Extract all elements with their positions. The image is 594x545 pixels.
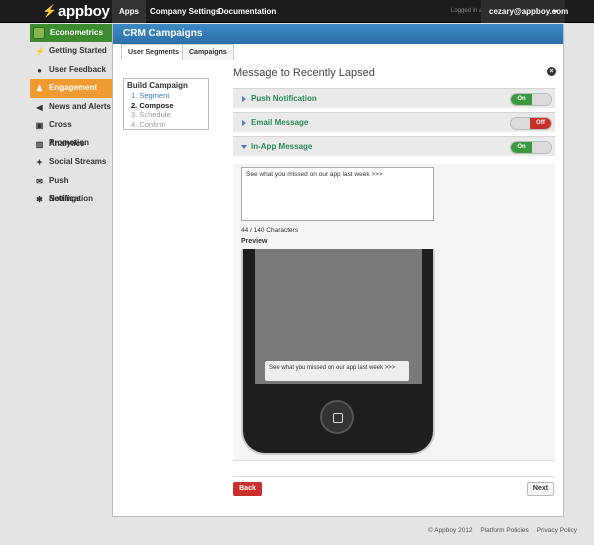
sidebar-item-user-feedback[interactable]: ● User Feedback [30, 61, 112, 80]
sidebar-item-push-notification[interactable]: ✉ Push Notification [30, 172, 112, 203]
sidebar-item-social-streams[interactable]: ✦ Social Streams [30, 153, 112, 172]
character-count: 44 / 140 Characters [241, 227, 299, 234]
footer: © Appboy 2012 Platform Policies Privacy … [428, 527, 577, 534]
toggle-on-label: On [511, 94, 532, 105]
steps-title: Build Campaign [127, 81, 188, 90]
users-icon: ♟ [35, 84, 44, 93]
sidebar-item-label: Engagement [49, 83, 98, 92]
channel-email-message[interactable]: Email Message Off [233, 112, 555, 132]
sidebar: Econometrics ⚡ Getting Started ● User Fe… [30, 24, 121, 209]
bird-icon: ✦ [36, 158, 43, 167]
preview-message-bubble: See what you missed on our app last week… [265, 361, 409, 381]
tab-campaigns[interactable]: Campaigns [182, 44, 234, 60]
next-button[interactable]: Next [527, 482, 554, 496]
sidebar-item-label: Analytics [49, 138, 85, 148]
sidebar-item-label: Getting Started [49, 46, 107, 55]
gear-icon: ✱ [36, 195, 43, 204]
sidebar-item-label: Settings [49, 194, 81, 203]
logo-bolt-icon: ⚡ [42, 4, 57, 18]
footer-link-privacy-policy[interactable]: Privacy Policy [537, 527, 577, 534]
sidebar-item-analytics[interactable]: ▥ Analytics [30, 135, 112, 154]
envelope-icon: ✉ [36, 176, 43, 186]
channel-in-app-message[interactable]: In-App Message On [233, 136, 555, 156]
main-panel: CRM Campaigns User Segments Campaigns Bu… [112, 24, 564, 517]
megaphone-icon: ◀ [36, 102, 43, 112]
sidebar-item-news-and-alerts[interactable]: ◀ News and Alerts [30, 98, 112, 117]
app-name: Econometrics [50, 28, 103, 37]
caret-right-icon [242, 96, 246, 102]
logo-text: appboy [57, 2, 110, 20]
sidebar-item-label: User Feedback [49, 64, 106, 74]
channel-label: Push Notification [251, 94, 317, 103]
channel-push-notification[interactable]: Push Notification On [233, 88, 555, 108]
user-menu[interactable]: cezary@appboy.com [481, 0, 568, 23]
in-app-toggle[interactable]: On [510, 141, 552, 154]
close-icon[interactable]: × [547, 67, 556, 76]
email-toggle[interactable]: Off [510, 117, 552, 130]
toggle-off-label: Off [530, 118, 551, 129]
nav-apps[interactable]: Apps [112, 0, 146, 23]
preview-label: Preview [241, 238, 268, 245]
back-button[interactable]: Back [233, 482, 262, 496]
caret-down-icon [552, 10, 558, 13]
in-app-message-body: See what you missed on our app last week… [233, 164, 555, 461]
chat-icon: ● [37, 65, 42, 75]
phone-screen: See what you missed on our app last week… [255, 249, 422, 384]
sidebar-item-cross-promotion[interactable]: ▣ Cross Promotion [30, 116, 112, 147]
phone-home-button-icon [320, 400, 354, 434]
message-title: Message to Recently Lapsed [233, 67, 375, 79]
push-toggle[interactable]: On [510, 93, 552, 106]
step-segment[interactable]: 1. Segment [127, 91, 205, 101]
message-textarea[interactable]: See what you missed on our app last week… [241, 167, 434, 221]
build-campaign-steps: Build Campaign 1. Segment 2. Compose 3. … [123, 78, 209, 130]
chart-icon: ▥ [35, 139, 44, 149]
top-nav-bar: ⚡ appboy Apps Company Settings Documenta… [0, 0, 594, 23]
sidebar-item-label: News and Alerts [49, 101, 111, 111]
cart-icon: ▣ [35, 121, 44, 130]
sidebar-item-getting-started[interactable]: ⚡ Getting Started [30, 42, 112, 61]
caret-right-icon [242, 120, 246, 126]
app-icon [33, 27, 45, 39]
step-compose: 2. Compose [131, 100, 174, 110]
step-confirm: 4. Confirm [131, 119, 166, 129]
nav-documentation[interactable]: Documentation [211, 0, 283, 23]
home-square-icon [333, 413, 343, 423]
sidebar-item-engagement[interactable]: ♟ Engagement [30, 79, 121, 98]
phone-preview: See what you missed on our app last week… [241, 249, 435, 455]
caret-down-icon [241, 145, 247, 149]
divider [233, 476, 555, 477]
app-selector[interactable]: Econometrics [30, 24, 112, 42]
appboy-logo[interactable]: ⚡ appboy [42, 2, 110, 20]
footer-link-platform-policies[interactable]: Platform Policies [480, 527, 528, 534]
sidebar-item-label: Social Streams [49, 157, 107, 166]
step-schedule: 3. Schedule [131, 110, 171, 119]
sidebar-item-settings[interactable]: ✱ Settings [30, 190, 112, 209]
bolt-icon: ⚡ [35, 47, 45, 56]
channel-label: Email Message [251, 118, 309, 127]
page-title: CRM Campaigns [113, 24, 563, 44]
tab-user-segments[interactable]: User Segments [121, 44, 186, 60]
toggle-on-label: On [511, 142, 532, 153]
channel-label: In-App Message [251, 142, 313, 151]
copyright-text: © Appboy 2012 [428, 527, 473, 534]
